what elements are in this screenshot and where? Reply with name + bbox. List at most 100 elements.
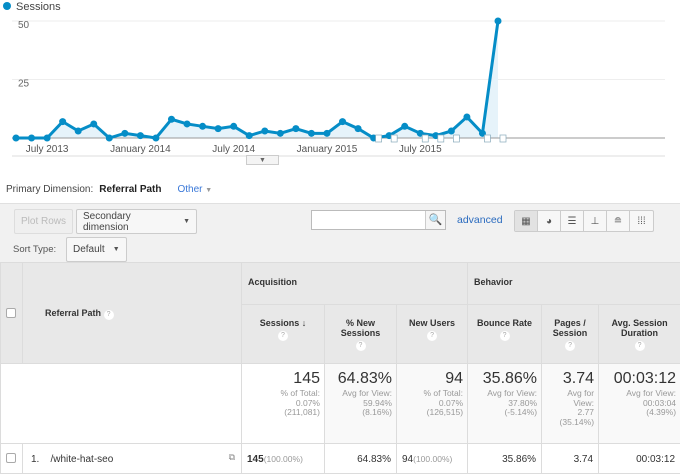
annotation-marker: [421, 134, 429, 143]
row-select-cell: [0, 443, 23, 474]
select-all-cell: [0, 262, 23, 364]
help-icon[interactable]: ?: [355, 341, 366, 351]
sort-type-dropdown[interactable]: Default ▼: [66, 237, 127, 262]
data-point: [74, 127, 82, 135]
total-value: 35.86%: [482, 370, 538, 387]
total-cell: 00:03:12 Avg for View: 00:03:04 (4.39%): [598, 363, 680, 444]
open-link-icon[interactable]: ⧉: [229, 452, 235, 463]
sort-descending-icon: ↓: [301, 318, 307, 328]
collapse-chart-button[interactable]: ▼: [246, 155, 279, 165]
table-search[interactable]: 🔍: [311, 210, 446, 230]
chevron-down-icon: ▼: [205, 187, 213, 194]
total-value: 00:03:12: [613, 370, 677, 387]
column-header-pages-session[interactable]: Pages / Session?: [541, 304, 600, 364]
data-point: [90, 120, 98, 128]
data-point: [28, 134, 36, 142]
total-value: 145: [293, 370, 320, 387]
total-comparison: (8.16%): [362, 407, 392, 417]
pie-view-icon[interactable]: ◕: [538, 211, 561, 231]
select-all-checkbox[interactable]: [6, 308, 16, 318]
column-label: Pages / Session: [552, 318, 588, 338]
primary-dimension-bar: Primary Dimension: Referral Path Other ▼: [6, 184, 212, 195]
view-switcher: ▦ ◕ ☰ ⊥ ≘ ⁞⁞⁞: [514, 210, 654, 232]
annotation-marker: [437, 134, 445, 143]
data-point: [183, 120, 191, 128]
data-table: Referral Path ? Acquisition Behavior Ses…: [0, 262, 680, 474]
row-checkbox[interactable]: [6, 453, 16, 463]
table-toolbar: Plot Rows Secondary dimension ▼ 🔍 advance…: [0, 203, 680, 262]
column-header-new-users[interactable]: New Users?: [395, 304, 469, 364]
column-label: Avg. Session Duration: [611, 318, 668, 338]
column-header-bounce-rate[interactable]: Bounce Rate?: [467, 304, 543, 364]
column-label: Sessions: [259, 318, 300, 328]
help-icon[interactable]: ?: [499, 331, 510, 341]
performance-view-icon[interactable]: ☰: [561, 211, 584, 231]
data-point: [59, 118, 67, 126]
total-comparison: (211,081): [284, 407, 320, 417]
total-cell: 35.86% Avg for View: 37.80% (-5.14%): [467, 363, 543, 444]
column-header--new-sessions[interactable]: % New Sessions?: [324, 304, 397, 364]
pivot-view-icon[interactable]: ⁞⁞⁞: [630, 211, 653, 231]
search-icon[interactable]: 🔍: [425, 211, 445, 229]
sort-type-label: Sort Type:: [13, 244, 57, 255]
data-point: [401, 122, 409, 130]
column-label: Bounce Rate: [477, 318, 533, 328]
legend-label: Sessions: [16, 1, 61, 13]
data-point: [261, 127, 269, 135]
referral-path-cell: 1. /white-hat-seo ⧉: [22, 443, 242, 474]
new-sessions-cell: 64.83%: [324, 443, 397, 474]
data-point: [136, 132, 144, 140]
sessions-chart: Sessions 25 50 July 2013 January 2014 July 20…: [3, 1, 665, 157]
column-header-sessions[interactable]: Sessions ↓?: [241, 304, 325, 364]
data-point: [463, 113, 471, 121]
referral-path-link[interactable]: /white-hat-seo: [50, 454, 113, 465]
secondary-dimension-label: Secondary dimension: [83, 210, 131, 233]
help-icon[interactable]: ?: [634, 341, 645, 351]
comparison-view-icon[interactable]: ⊥: [584, 211, 607, 231]
total-comparison: (126,515): [426, 407, 464, 417]
data-point: [339, 118, 347, 126]
data-point: [199, 122, 207, 130]
x-tick-label: July 2014: [212, 144, 255, 155]
data-point: [214, 125, 222, 133]
row-index: 1.: [31, 454, 40, 465]
x-tick-label: July 2015: [399, 144, 442, 155]
data-point: [152, 134, 160, 142]
column-header-avg-session-duration[interactable]: Avg. Session Duration?: [598, 304, 680, 364]
term-cloud-icon[interactable]: ≘: [607, 211, 630, 231]
referral-path-header[interactable]: Referral Path ?: [22, 262, 242, 364]
new-users-cell: 94(100.00%): [395, 443, 469, 474]
x-tick-label: January 2015: [297, 144, 358, 155]
total-comparison: (-5.14%): [504, 407, 538, 417]
primary-dimension-other[interactable]: Other ▼: [178, 184, 213, 195]
data-point: [121, 129, 129, 137]
help-icon[interactable]: ?: [278, 331, 288, 341]
primary-dimension-label: Primary Dimension:: [6, 184, 94, 195]
sessions-cell: 145(100.00%): [241, 443, 325, 474]
total-comparison: (4.39%): [646, 407, 677, 417]
plot-rows-button[interactable]: Plot Rows: [14, 209, 74, 234]
total-comparison: (35.14%): [559, 416, 595, 427]
help-icon[interactable]: ?: [565, 341, 576, 351]
x-tick-label: July 2013: [26, 144, 69, 155]
pages-session-cell: 3.74: [541, 443, 600, 474]
table-view-icon[interactable]: ▦: [515, 211, 538, 231]
secondary-dimension-dropdown[interactable]: Secondary dimension ▼: [76, 209, 197, 234]
total-value: 64.83%: [337, 370, 392, 387]
advanced-filter-link[interactable]: advanced: [457, 214, 503, 226]
help-icon[interactable]: ?: [103, 310, 114, 320]
data-point: [323, 129, 331, 137]
referral-path-label: Referral Path: [45, 308, 102, 318]
data-point: [230, 122, 238, 130]
sessions-pct: (100.00%): [263, 454, 303, 464]
x-tick-label: January 2014: [110, 144, 171, 155]
primary-dimension-referral-path[interactable]: Referral Path: [99, 184, 161, 195]
behavior-group-header: Behavior: [467, 262, 680, 305]
sort-type-value: Default: [73, 244, 105, 255]
column-label: New Users: [409, 318, 456, 328]
data-point: [245, 132, 253, 140]
table-row[interactable]: 1. /white-hat-seo ⧉ 145(100.00%) 64.83% 9…: [0, 443, 680, 474]
total-cell: 145% of Total: 0.07% (211,081): [241, 363, 325, 444]
help-icon[interactable]: ?: [427, 331, 438, 341]
data-point: [447, 127, 455, 135]
